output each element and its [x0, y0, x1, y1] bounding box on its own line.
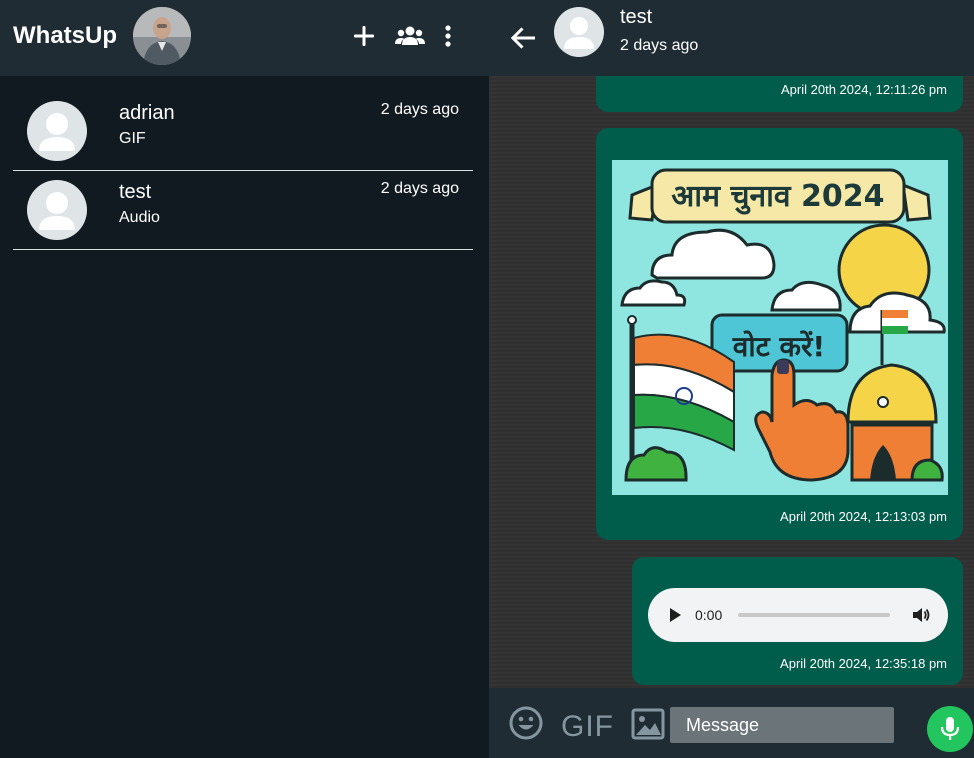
emoji-button[interactable]: [509, 706, 543, 740]
message-timestamp: April 20th 2024, 12:13:03 pm: [780, 509, 947, 524]
voice-record-button[interactable]: [927, 706, 973, 752]
chat-name: adrian: [119, 102, 175, 124]
menu-button[interactable]: [432, 20, 464, 52]
message-input[interactable]: [670, 707, 894, 743]
sticker-banner-text: आम चुनाव 2024: [671, 179, 884, 215]
conversation-header: test 2 days ago: [489, 0, 974, 76]
sidebar-header: WhatsUp: [0, 0, 489, 76]
message-timestamp: April 20th 2024, 12:11:26 pm: [781, 82, 947, 97]
audio-progress-slider[interactable]: [738, 613, 890, 617]
new-group-button[interactable]: [394, 20, 426, 52]
smiley-icon: [509, 706, 543, 740]
microphone-icon: [940, 717, 960, 740]
chat-preview: Audio: [119, 209, 160, 226]
chat-list: adrian GIF 2 days ago test Audio 2 days …: [13, 92, 473, 250]
chat-name: test: [119, 181, 152, 203]
conversation-panel: test 2 days ago April 20th 2024, 12:11:2…: [489, 0, 974, 758]
avatar: [27, 180, 87, 240]
sticker-sign-text: वोट करें!: [732, 330, 825, 363]
gif-button[interactable]: GIF: [561, 710, 614, 744]
default-user-icon: [564, 17, 594, 49]
play-icon[interactable]: [668, 607, 682, 623]
new-chat-button[interactable]: [348, 20, 380, 52]
message-timestamp: April 20th 2024, 12:35:18 pm: [780, 656, 947, 671]
contact-avatar[interactable]: [554, 7, 604, 57]
default-user-icon: [39, 113, 75, 151]
default-user-icon: [39, 192, 75, 230]
app-title: WhatsUp: [13, 22, 117, 49]
chat-list-item[interactable]: test Audio 2 days ago: [13, 171, 473, 250]
audio-player: 0:00: [648, 588, 948, 642]
profile-avatar[interactable]: [133, 7, 191, 65]
image-icon: [631, 708, 665, 740]
volume-icon[interactable]: [912, 606, 930, 624]
contact-last-seen: 2 days ago: [620, 37, 699, 54]
more-vertical-icon: [445, 25, 451, 47]
profile-photo: [133, 7, 191, 65]
chat-list-item[interactable]: adrian GIF 2 days ago: [13, 92, 473, 171]
group-icon: [395, 26, 425, 45]
back-button[interactable]: [507, 22, 539, 54]
chat-time: 2 days ago: [380, 101, 459, 118]
message-bubble: April 20th 2024, 12:11:26 pm: [596, 76, 963, 112]
arrow-left-icon: [510, 27, 535, 49]
chat-sidebar: WhatsUp adrian GIF 2 days ago test Audio…: [0, 0, 489, 758]
message-bubble: आम चुनाव 2024 वोट करें! April 20th 2024,…: [596, 128, 963, 540]
message-composer: GIF: [489, 688, 974, 758]
message-bubble: 0:00 April 20th 2024, 12:35:18 pm: [632, 557, 963, 685]
election-sticker-image[interactable]: आम चुनाव 2024 वोट करें!: [612, 160, 948, 495]
plus-icon: [354, 26, 374, 46]
contact-name: test: [620, 6, 653, 28]
image-attach-button[interactable]: [631, 708, 665, 740]
avatar: [27, 101, 87, 161]
message-list[interactable]: April 20th 2024, 12:11:26 pm आम चुनाव 20…: [489, 76, 974, 688]
chat-time: 2 days ago: [380, 180, 459, 197]
chat-preview: GIF: [119, 130, 146, 147]
audio-current-time: 0:00: [695, 607, 723, 623]
